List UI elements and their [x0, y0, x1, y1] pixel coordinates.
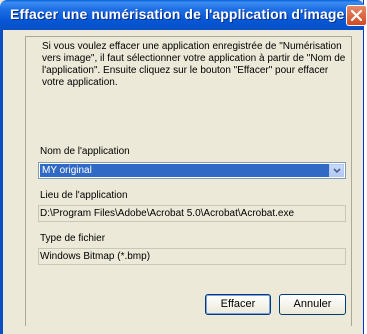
- instructions-line: vers image", il faut sélectionner votre …: [42, 53, 346, 64]
- close-icon: [351, 10, 362, 21]
- window-title: Effacer une numérisation de l'applicatio…: [10, 6, 345, 22]
- chevron-down-icon: [333, 168, 341, 174]
- app-location-field: D:\Program Files\Adobe\Acrobat 5.0\Acrob…: [38, 205, 346, 222]
- instructions-line: votre application.: [42, 77, 118, 88]
- app-name-dropdown[interactable]: MY original: [38, 162, 346, 179]
- dropdown-button[interactable]: [329, 164, 344, 177]
- title-bar[interactable]: Effacer une numérisation de l'applicatio…: [0, 0, 364, 30]
- instructions-text: Si vous voulez effacer une application e…: [42, 41, 347, 89]
- app-name-selected: MY original: [40, 164, 329, 177]
- close-button[interactable]: [346, 5, 367, 26]
- file-type-label: Type de fichier: [40, 233, 106, 244]
- delete-button[interactable]: Effacer: [205, 294, 271, 315]
- app-location-label: Lieu de l'application: [40, 190, 128, 201]
- app-name-label: Nom de l'application: [40, 146, 130, 157]
- instructions-line: l'application". Ensuite cliquez sur le b…: [42, 65, 329, 76]
- file-type-field: Windows Bitmap (*.bmp): [38, 248, 346, 265]
- cancel-button[interactable]: Annuler: [279, 294, 346, 315]
- instructions-line: Si vous voulez effacer une application e…: [42, 41, 342, 52]
